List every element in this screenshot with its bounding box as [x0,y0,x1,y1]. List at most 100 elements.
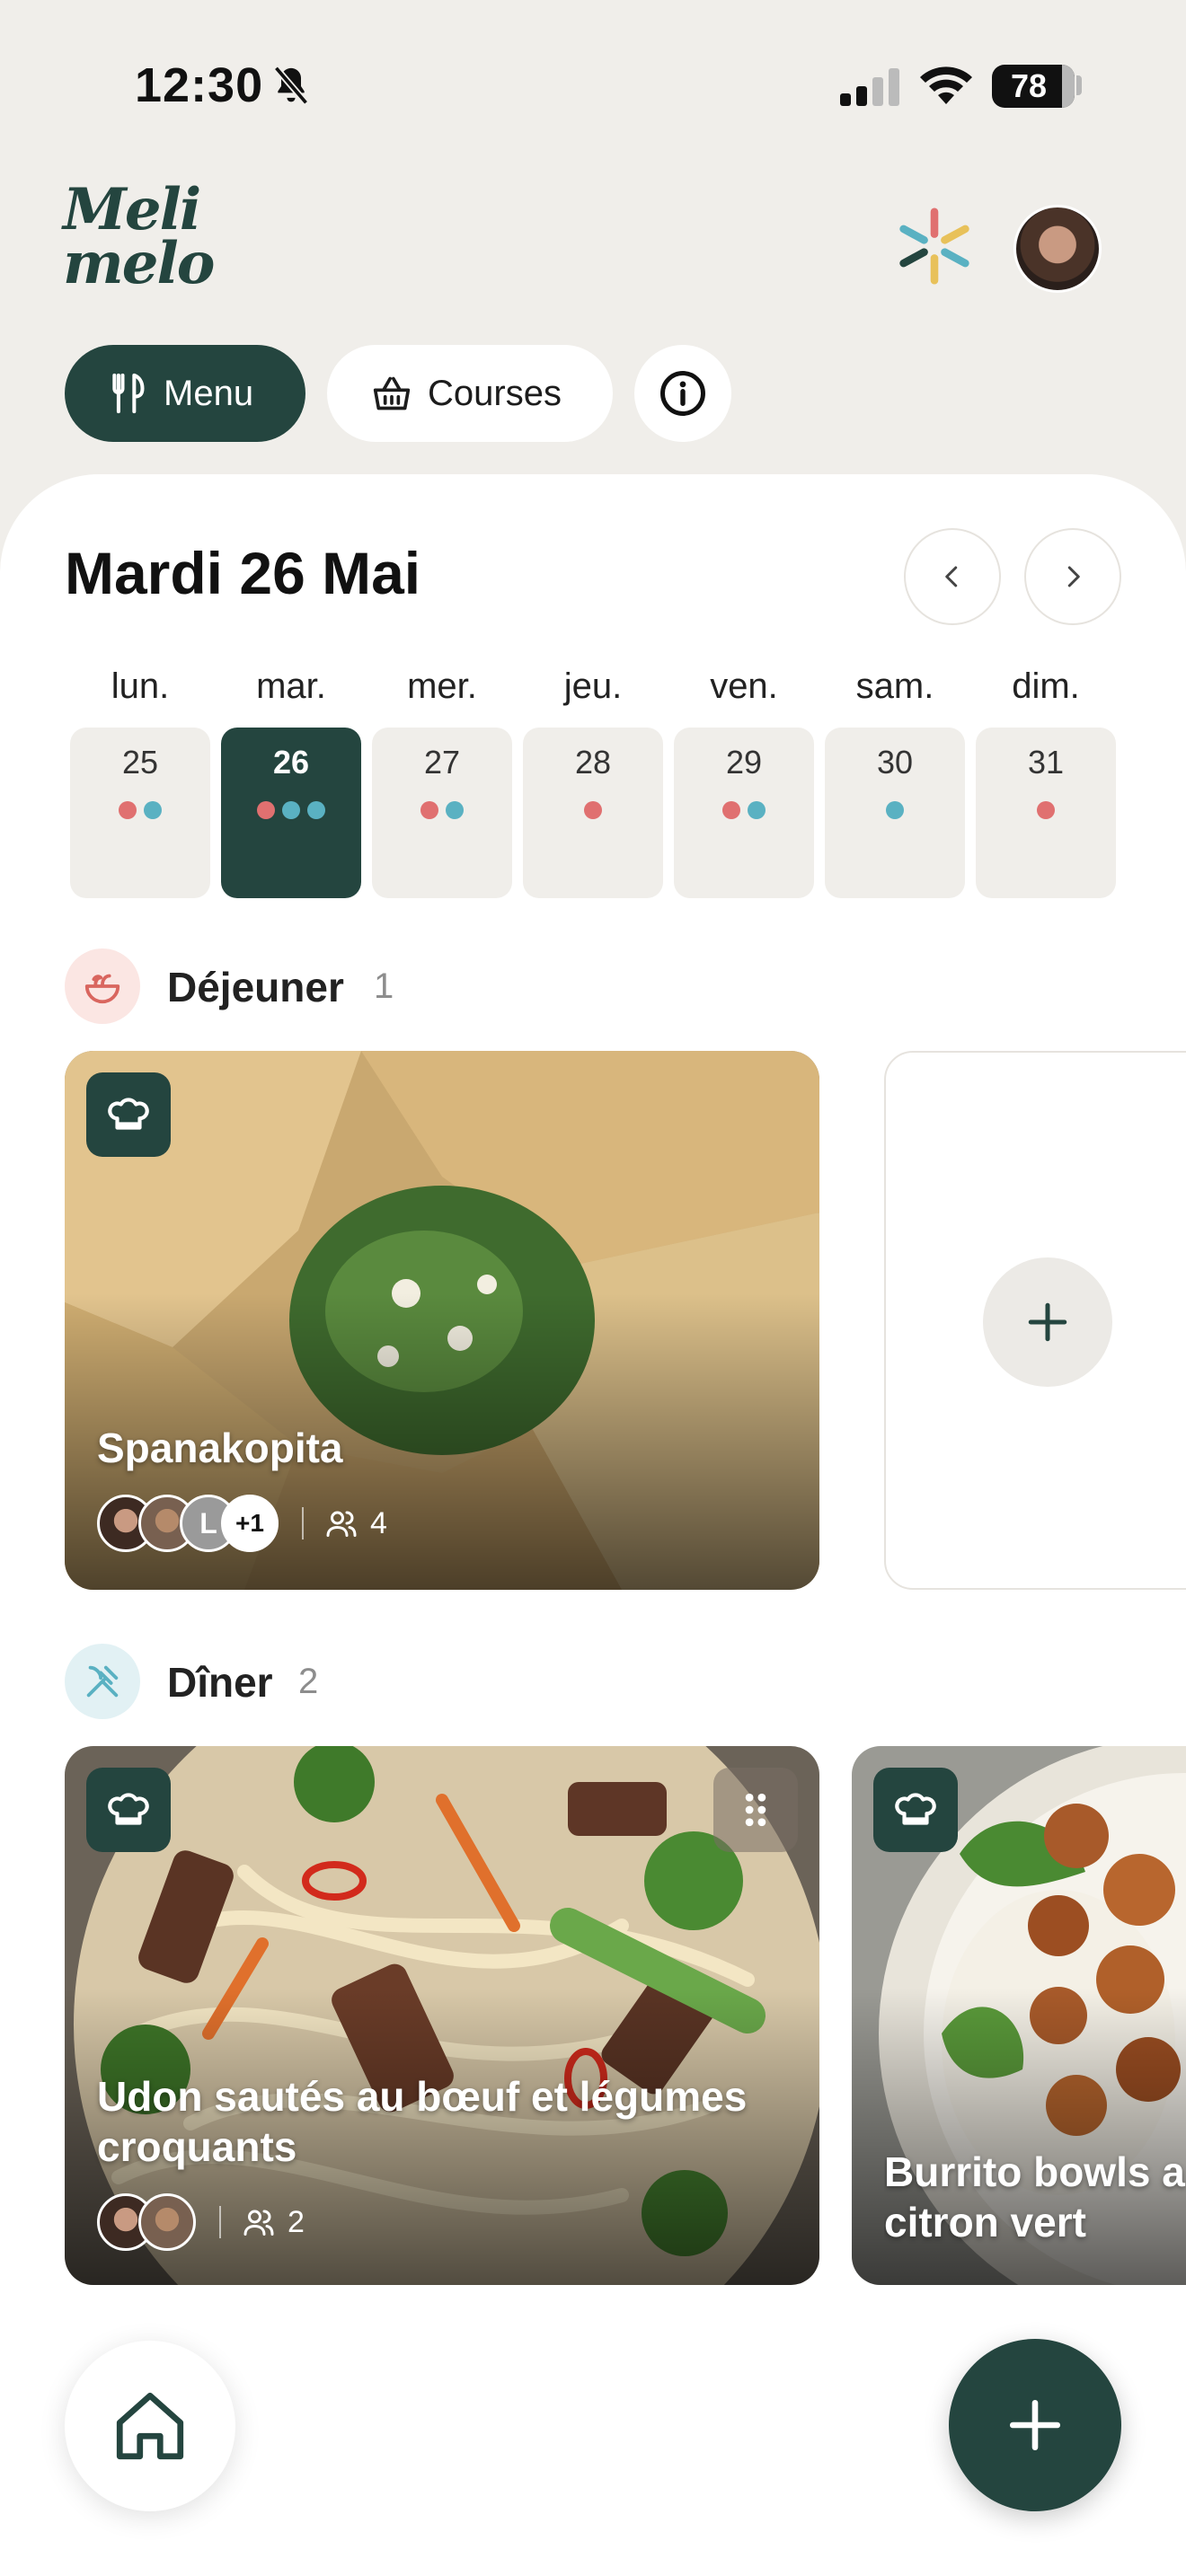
meal-dots [523,801,663,819]
day-number: 28 [574,744,612,781]
dinner-dot [748,801,766,819]
meal-dots [976,801,1116,819]
meal-dots [221,801,361,819]
page-title: Mardi 26 Mai [65,540,421,606]
lunch-section-icon [65,948,140,1024]
recipe-card-spanakopita[interactable]: Spanakopita L +1 4 [65,1051,819,1590]
day-number: 25 [121,744,159,781]
recipe-title: Spanakopita [97,1425,343,1471]
lunch-dot [257,801,275,819]
servings-count: 4 [370,1505,387,1540]
cell-signal-icon [840,68,899,106]
dinner-dot [307,801,325,819]
day-cell-31[interactable]: 31 [976,728,1116,898]
day-cell-25[interactable]: 25 [70,728,210,898]
meal-dots [372,801,512,819]
day-label: lun. [111,666,170,706]
dinner-section-icon [65,1644,140,1719]
day-label: mer. [407,666,477,706]
day-label: ven. [710,666,778,706]
day-label: jeu. [563,666,623,706]
people-icon [326,1511,357,1537]
chef-badge [86,1768,171,1852]
lunch-section-title: Déjeuner [167,964,344,1010]
day-cell-29[interactable]: 29 [674,728,814,898]
salad-bowl-icon [84,974,120,1004]
info-button[interactable] [634,345,731,442]
dinner-section-count: 2 [298,1662,319,1701]
dinner-dot [886,801,904,819]
drag-grip-icon [745,1793,766,1827]
lunch-section-count: 1 [374,966,394,1006]
meal-dots [70,801,210,819]
chef-hat-icon [108,1793,149,1825]
servings-count: 2 [288,2204,305,2239]
profile-avatar[interactable] [1013,205,1102,293]
fork-knife-icon [86,1665,119,1698]
previous-week-button[interactable] [904,528,1001,625]
chevron-left-icon [945,566,958,587]
day-cell-26[interactable]: 26 [221,728,361,898]
home-icon [116,2392,184,2460]
day-cell-30[interactable]: 30 [825,728,965,898]
plus-icon [1028,1302,1067,1342]
meal-dots [674,801,814,819]
bell-muted-icon [273,66,309,105]
lunch-dot [584,801,602,819]
recipe-meta: 2 [97,2193,305,2251]
wifi-icon [920,66,972,104]
lunch-dot [420,801,438,819]
battery-nub [1076,75,1082,95]
utensils-icon [112,373,145,414]
home-button[interactable] [65,2341,235,2511]
day-cell-27[interactable]: 27 [372,728,512,898]
add-meal-button[interactable] [949,2339,1121,2511]
dinner-dot [446,801,464,819]
meta-divider [219,2206,221,2238]
logo-line-2: melo [63,230,215,297]
dinner-dot [144,801,162,819]
recipe-card-burrito-bowl[interactable]: Burrito bowls a citron vert [852,1746,1186,2285]
chevron-right-icon [1067,566,1080,587]
participant-avatar [138,2193,196,2251]
more-participants-badge: +1 [221,1495,279,1552]
basket-icon [373,376,411,410]
add-lunch-card[interactable] [884,1051,1186,1590]
servings: 4 [325,1506,387,1541]
people-icon [243,2210,274,2236]
day-number: 30 [876,744,914,781]
status-bar: 12:30 78 [0,0,1186,171]
day-number: 29 [725,744,763,781]
logo-line-1: Meli [63,176,201,243]
app-logo: Meli melo [63,176,225,319]
lunch-dot [1037,801,1055,819]
day-label: dim. [1012,666,1080,706]
recipe-card-udon[interactable]: Udon sautés au bœuf et légumes croquants… [65,1746,819,2285]
day-label: sam. [855,666,934,706]
day-number: 26 [272,744,310,781]
chef-hat-icon [895,1793,936,1825]
day-label: mar. [256,666,326,706]
drag-handle[interactable] [713,1768,798,1852]
status-time: 12:30 [135,58,264,112]
day-number: 31 [1027,744,1065,781]
add-lunch-button[interactable] [983,1257,1112,1387]
info-icon [660,371,705,416]
battery-indicator: 78 [992,65,1075,108]
lunch-dot [119,801,137,819]
meta-divider [302,1507,304,1539]
meal-dots [825,801,965,819]
next-week-button[interactable] [1024,528,1121,625]
recipe-meta: L +1 4 [97,1495,387,1552]
tab-courses[interactable]: Courses [327,345,613,442]
dinner-dot [282,801,300,819]
day-cell-28[interactable]: 28 [523,728,663,898]
ai-sparkle-icon[interactable] [897,207,972,286]
recipe-title: Burrito bowls a citron vert [884,2148,1185,2245]
dinner-section-title: Dîner [167,1659,273,1706]
tab-menu[interactable]: Menu [65,345,305,442]
tab-menu-label: Menu [164,373,254,413]
chef-badge [86,1072,171,1157]
plus-icon [1009,2399,1061,2451]
lunch-dot [722,801,740,819]
